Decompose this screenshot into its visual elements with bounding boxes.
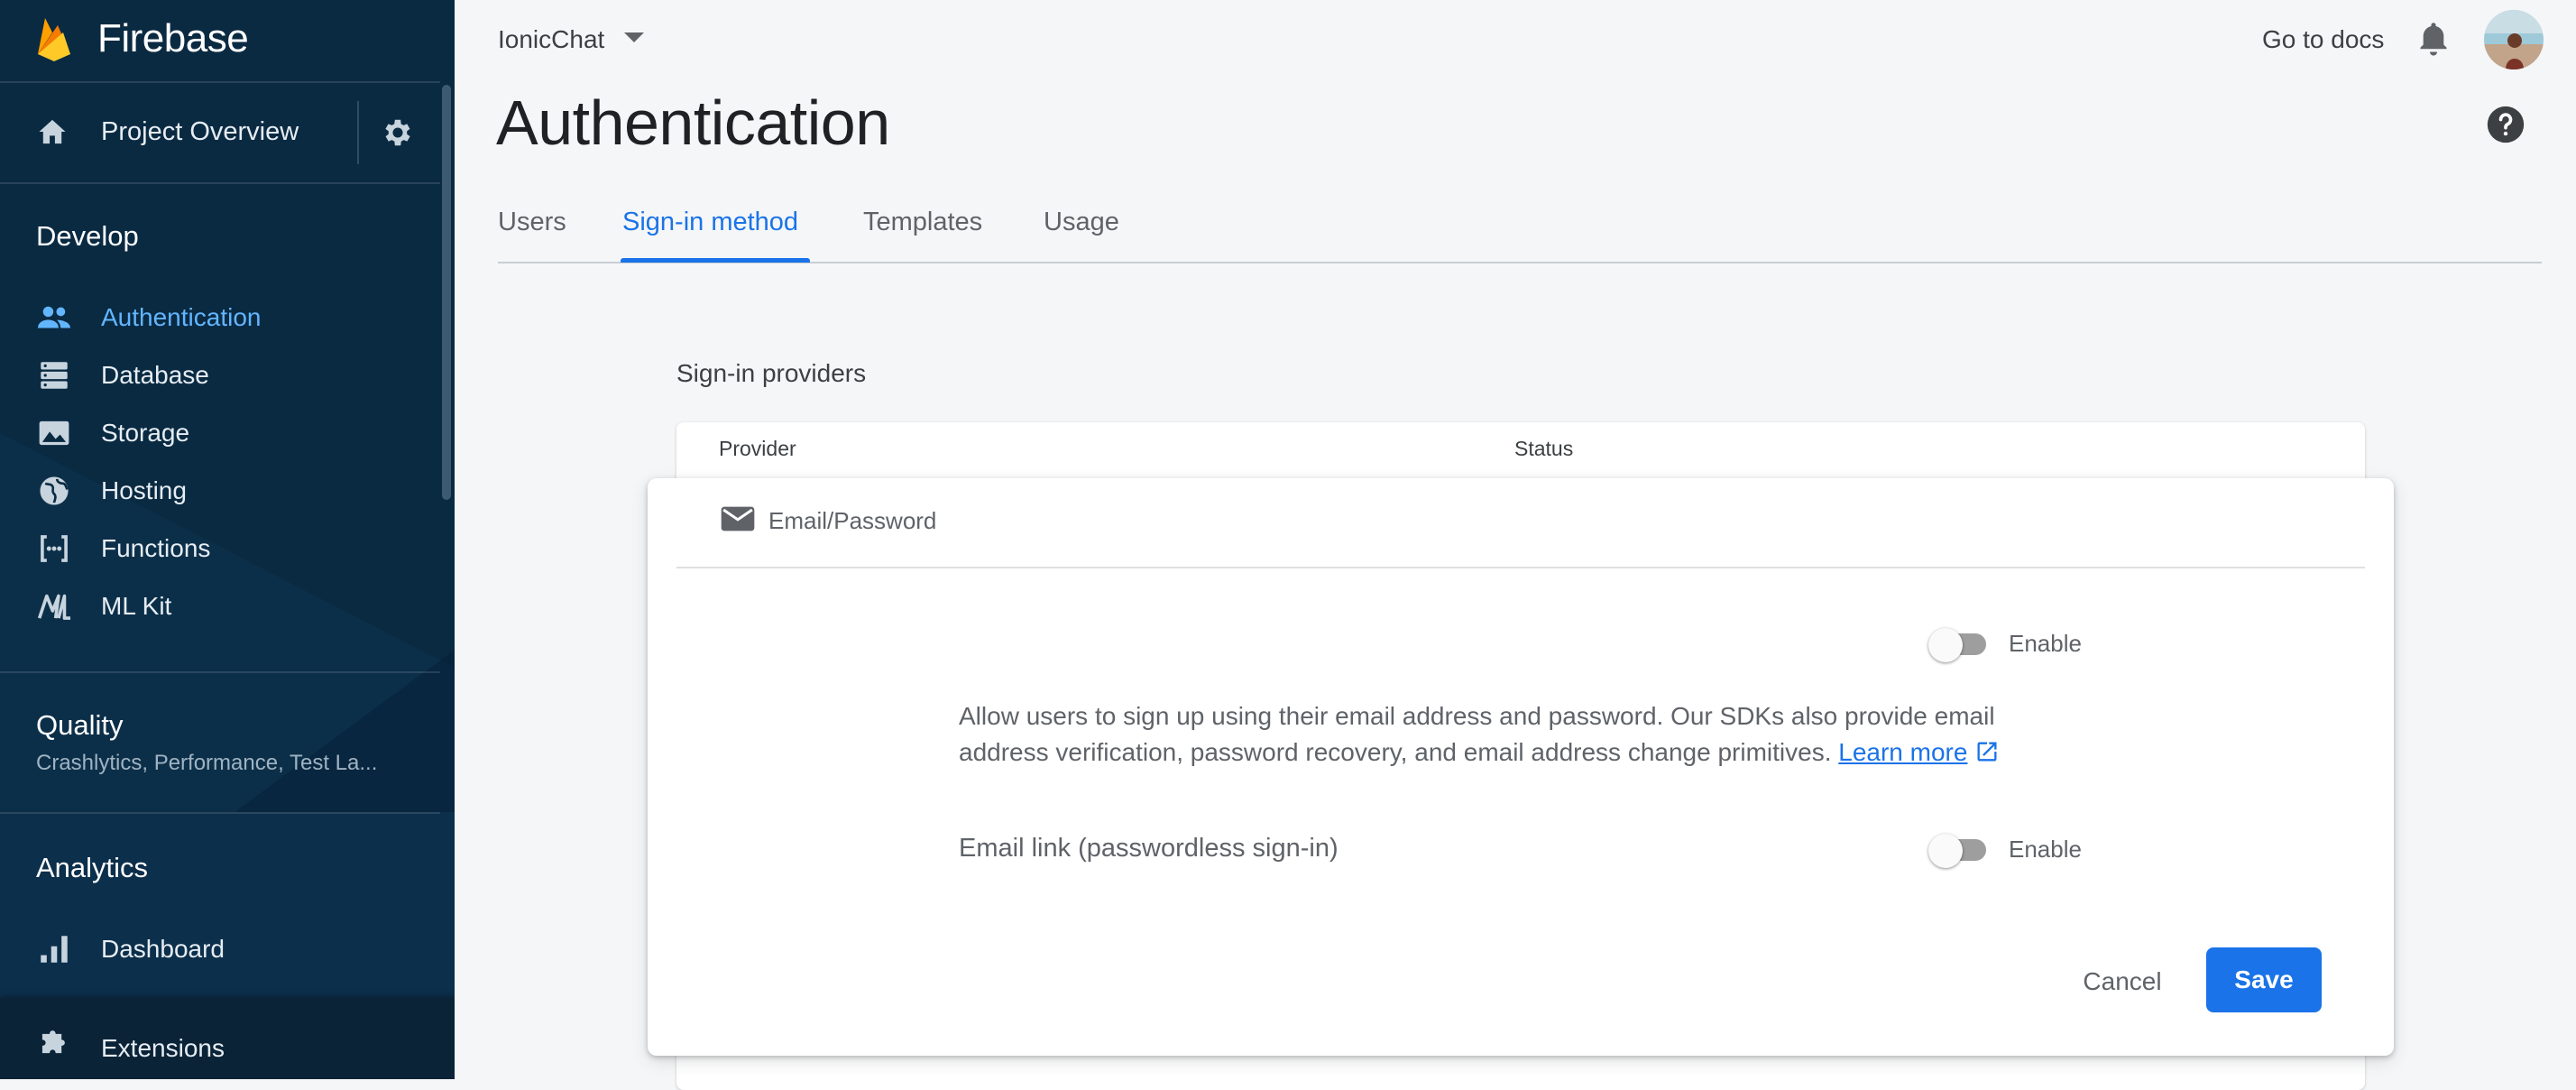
divider [0, 812, 440, 814]
sidebar-item-label: Extensions [101, 1034, 225, 1062]
chevron-down-icon[interactable] [624, 32, 644, 42]
project-selector[interactable]: IonicChat [498, 25, 604, 54]
project-overview-link[interactable]: Project Overview [101, 117, 299, 147]
enable-label: Enable [2009, 630, 2082, 657]
analytics-section-title[interactable]: Analytics [36, 852, 148, 884]
open-in-new-icon[interactable] [1974, 739, 2000, 764]
go-to-docs-link[interactable]: Go to docs [2262, 25, 2384, 54]
help-icon[interactable] [2486, 105, 2525, 144]
sign-in-providers-title: Sign-in providers [676, 359, 867, 387]
database-icon [41, 362, 68, 389]
provider-name: Email/Password [768, 507, 937, 534]
email-link-enable-label: Enable [2009, 836, 2082, 863]
tab-sign-in-method[interactable]: Sign-in method [622, 208, 798, 237]
sidebar-item-storage[interactable]: Storage [0, 404, 440, 462]
tab-users[interactable]: Users [498, 208, 566, 237]
quality-section-title[interactable]: Quality [36, 709, 123, 742]
save-button[interactable]: Save [2206, 947, 2322, 1012]
toggle-knob [1928, 628, 1963, 662]
enable-toggle[interactable] [1928, 626, 1990, 662]
settings-gear-icon[interactable] [381, 115, 415, 150]
sidebar-item-ml-kit[interactable]: ML Kit [0, 577, 440, 635]
sidebar-item-label: Database [101, 361, 209, 389]
cancel-button[interactable]: Cancel [2065, 949, 2179, 1014]
toggle-knob [1928, 834, 1963, 868]
page-title: Authentication [496, 88, 890, 158]
functions-icon [41, 535, 68, 562]
tab-usage[interactable]: Usage [1044, 208, 1119, 237]
globe-icon [40, 476, 69, 505]
develop-section-title[interactable]: Develop [36, 220, 139, 253]
mlkit-icon [37, 594, 70, 620]
sidebar-item-dashboard[interactable]: Dashboard [0, 920, 440, 978]
sidebar-item-label: Dashboard [101, 935, 225, 963]
sidebar-item-label: Storage [101, 419, 190, 447]
email-link-enable-toggle[interactable] [1928, 832, 1990, 868]
firebase-wordmark: Firebase [97, 16, 249, 60]
email-icon [721, 506, 755, 531]
people-icon [38, 306, 70, 328]
notifications-bell-icon[interactable] [2415, 20, 2452, 58]
active-tab-indicator [621, 258, 810, 263]
divider [357, 101, 359, 164]
divider [0, 671, 440, 673]
tab-templates[interactable]: Templates [863, 208, 982, 237]
sidebar-item-authentication[interactable]: Authentication [0, 289, 440, 346]
sidebar-item-label: Hosting [101, 476, 187, 504]
provider-description: Allow users to sign up using their email… [959, 698, 2041, 771]
learn-more-link[interactable]: Learn more [1838, 738, 1967, 766]
quality-section-subtitle: Crashlytics, Performance, Test La... [36, 751, 378, 775]
sidebar: Firebase Project Overview Develop Authen… [0, 0, 455, 1079]
sidebar-item-label: Authentication [101, 303, 262, 331]
sidebar-scrollbar[interactable] [442, 85, 451, 500]
sidebar-item-database[interactable]: Database [0, 346, 440, 404]
sidebar-item-functions[interactable]: Functions [0, 520, 440, 577]
avatar-photo [2484, 10, 2544, 69]
firebase-logo-icon [38, 18, 70, 61]
divider [676, 567, 2365, 568]
sidebar-item-label: ML Kit [101, 592, 172, 620]
sidebar-item-label: Functions [101, 534, 211, 562]
sidebar-item-extensions[interactable]: Extensions [0, 998, 455, 1079]
divider [0, 182, 440, 184]
column-header-status: Status [1514, 437, 1574, 460]
puzzle-icon [41, 1030, 65, 1054]
project-overview-row: Project Overview [0, 83, 440, 182]
firebase-brand[interactable]: Firebase [0, 0, 455, 81]
bar-chart-icon [41, 936, 68, 963]
image-icon [39, 420, 69, 446]
column-header-provider: Provider [719, 437, 796, 460]
home-icon [39, 119, 66, 144]
email-link-label: Email link (passwordless sign-in) [959, 834, 1339, 863]
avatar[interactable] [2484, 10, 2544, 69]
sidebar-item-hosting[interactable]: Hosting [0, 462, 440, 520]
